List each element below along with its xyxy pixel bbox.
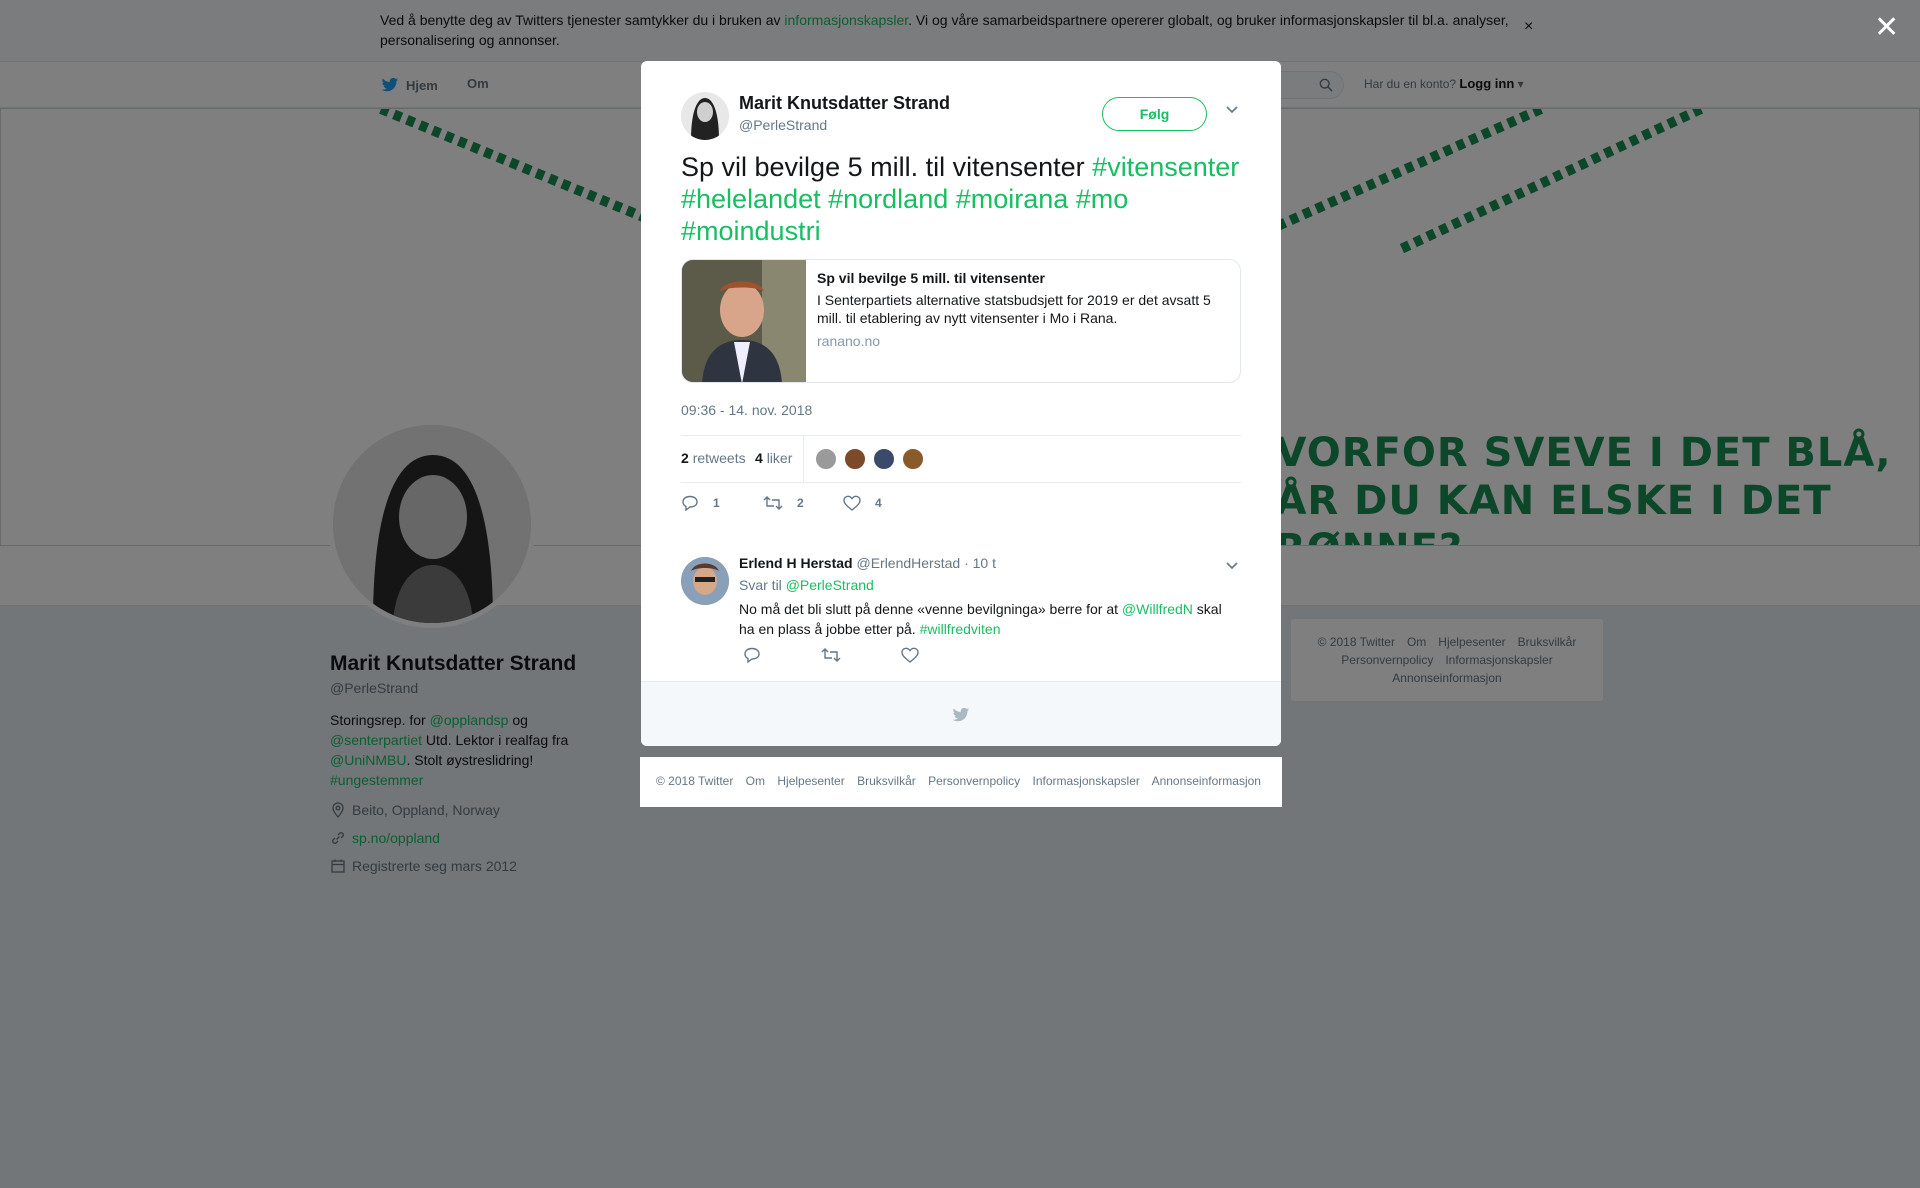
- reply-to-line: Svar til @PerleStrand: [739, 577, 874, 593]
- liker-avatar[interactable]: [902, 448, 924, 470]
- footer-link-ads-info[interactable]: Annonseinformasjon: [1152, 774, 1261, 788]
- reply-author-handle[interactable]: @ErlendHerstad: [856, 555, 960, 571]
- reply-actions: [739, 647, 1039, 667]
- reply-header: Erlend H Herstad @ErlendHerstad · 10 t: [739, 555, 996, 571]
- liker-avatar[interactable]: [844, 448, 866, 470]
- reply-button[interactable]: 1: [681, 495, 720, 511]
- link-preview-description: I Senterpartiets alternative statsbudsje…: [817, 292, 1211, 326]
- tweet-text: Sp vil bevilge 5 mill. til vitensenter #…: [681, 151, 1241, 247]
- retweets-label: retweets: [692, 450, 746, 466]
- reply-to-label: Svar til: [739, 577, 786, 593]
- footer-link-about[interactable]: Om: [746, 774, 765, 788]
- follow-button[interactable]: Følg: [1102, 97, 1207, 131]
- link-preview-domain: ranano.no: [817, 333, 881, 349]
- reply-to-mention[interactable]: @PerleStrand: [786, 577, 874, 593]
- link-preview-title: Sp vil bevilge 5 mill. til vitensenter: [817, 270, 1045, 286]
- reply-tweet[interactable]: Erlend H Herstad @ErlendHerstad · 10 t S…: [641, 541, 1281, 681]
- reply-author-avatar[interactable]: [681, 557, 729, 605]
- like-button[interactable]: 4: [843, 495, 882, 511]
- likes-label: liker: [766, 450, 793, 466]
- link-preview-card[interactable]: Sp vil bevilge 5 mill. til vitensenter I…: [681, 259, 1241, 383]
- retweets-count: 2: [681, 450, 689, 466]
- close-icon[interactable]: ✕: [1874, 10, 1899, 45]
- reply-time[interactable]: · 10 t: [964, 555, 996, 571]
- tweet-author-avatar-image: [681, 92, 729, 140]
- heart-icon: [843, 495, 861, 511]
- chevron-down-icon[interactable]: [1225, 561, 1239, 571]
- liker-avatar[interactable]: [873, 448, 895, 470]
- retweets-stat[interactable]: 2 retweets: [681, 450, 746, 466]
- reply-mention[interactable]: @WillfredN: [1122, 601, 1193, 617]
- footer-link-privacy[interactable]: Personvernpolicy: [928, 774, 1020, 788]
- link-preview-photo: [682, 260, 806, 382]
- tweet-author-name[interactable]: Marit Knutsdatter Strand: [739, 93, 950, 114]
- reply-author-avatar-image: [681, 557, 729, 605]
- modal-bottom-bar: [641, 681, 1281, 746]
- reply-text-start: No må det bli slutt på denne «venne bevi…: [739, 601, 1122, 617]
- tweet-author-handle[interactable]: @PerleStrand: [739, 117, 827, 133]
- chevron-down-icon[interactable]: [1225, 105, 1239, 115]
- tweet-actions: 1 2 4: [681, 495, 1241, 519]
- heart-icon[interactable]: [901, 647, 919, 663]
- liker-avatar[interactable]: [815, 448, 837, 470]
- reply-icon: [682, 495, 698, 511]
- twitter-bird-icon: [952, 707, 970, 722]
- link-preview-image: [682, 260, 806, 382]
- likes-count: 4: [755, 450, 763, 466]
- retweet-count: 2: [797, 496, 804, 510]
- footer-link-terms[interactable]: Bruksvilkår: [857, 774, 916, 788]
- retweet-icon: [763, 496, 783, 510]
- reply-hashtag[interactable]: #willfredviten: [920, 621, 1001, 637]
- stats-divider: [803, 436, 804, 482]
- modal-footer: © 2018 Twitter Om Hjelpesenter Bruksvilk…: [640, 757, 1282, 807]
- tweet-body: Sp vil bevilge 5 mill. til vitensenter: [681, 152, 1093, 182]
- retweet-icon[interactable]: [821, 647, 841, 663]
- like-count: 4: [875, 496, 882, 510]
- footer-link-help[interactable]: Hjelpesenter: [777, 774, 844, 788]
- likes-stat[interactable]: 4 liker: [755, 450, 792, 466]
- tweet-modal: Marit Knutsdatter Strand @PerleStrand Fø…: [641, 61, 1281, 746]
- reply-count: 1: [713, 496, 720, 510]
- reply-author-name[interactable]: Erlend H Herstad: [739, 555, 853, 571]
- tweet-author-avatar[interactable]: [681, 92, 729, 140]
- tweet-timestamp[interactable]: 09:36 - 14. nov. 2018: [681, 402, 812, 418]
- reply-icon[interactable]: [743, 647, 761, 663]
- footer-link-cookies[interactable]: Informasjonskapsler: [1033, 774, 1140, 788]
- footer-copyright: © 2018 Twitter: [656, 774, 734, 788]
- reply-text: No må det bli slutt på denne «venne bevi…: [739, 599, 1239, 639]
- retweet-button[interactable]: 2: [763, 495, 804, 511]
- tweet-stats: 2 retweets 4 liker: [681, 435, 1241, 483]
